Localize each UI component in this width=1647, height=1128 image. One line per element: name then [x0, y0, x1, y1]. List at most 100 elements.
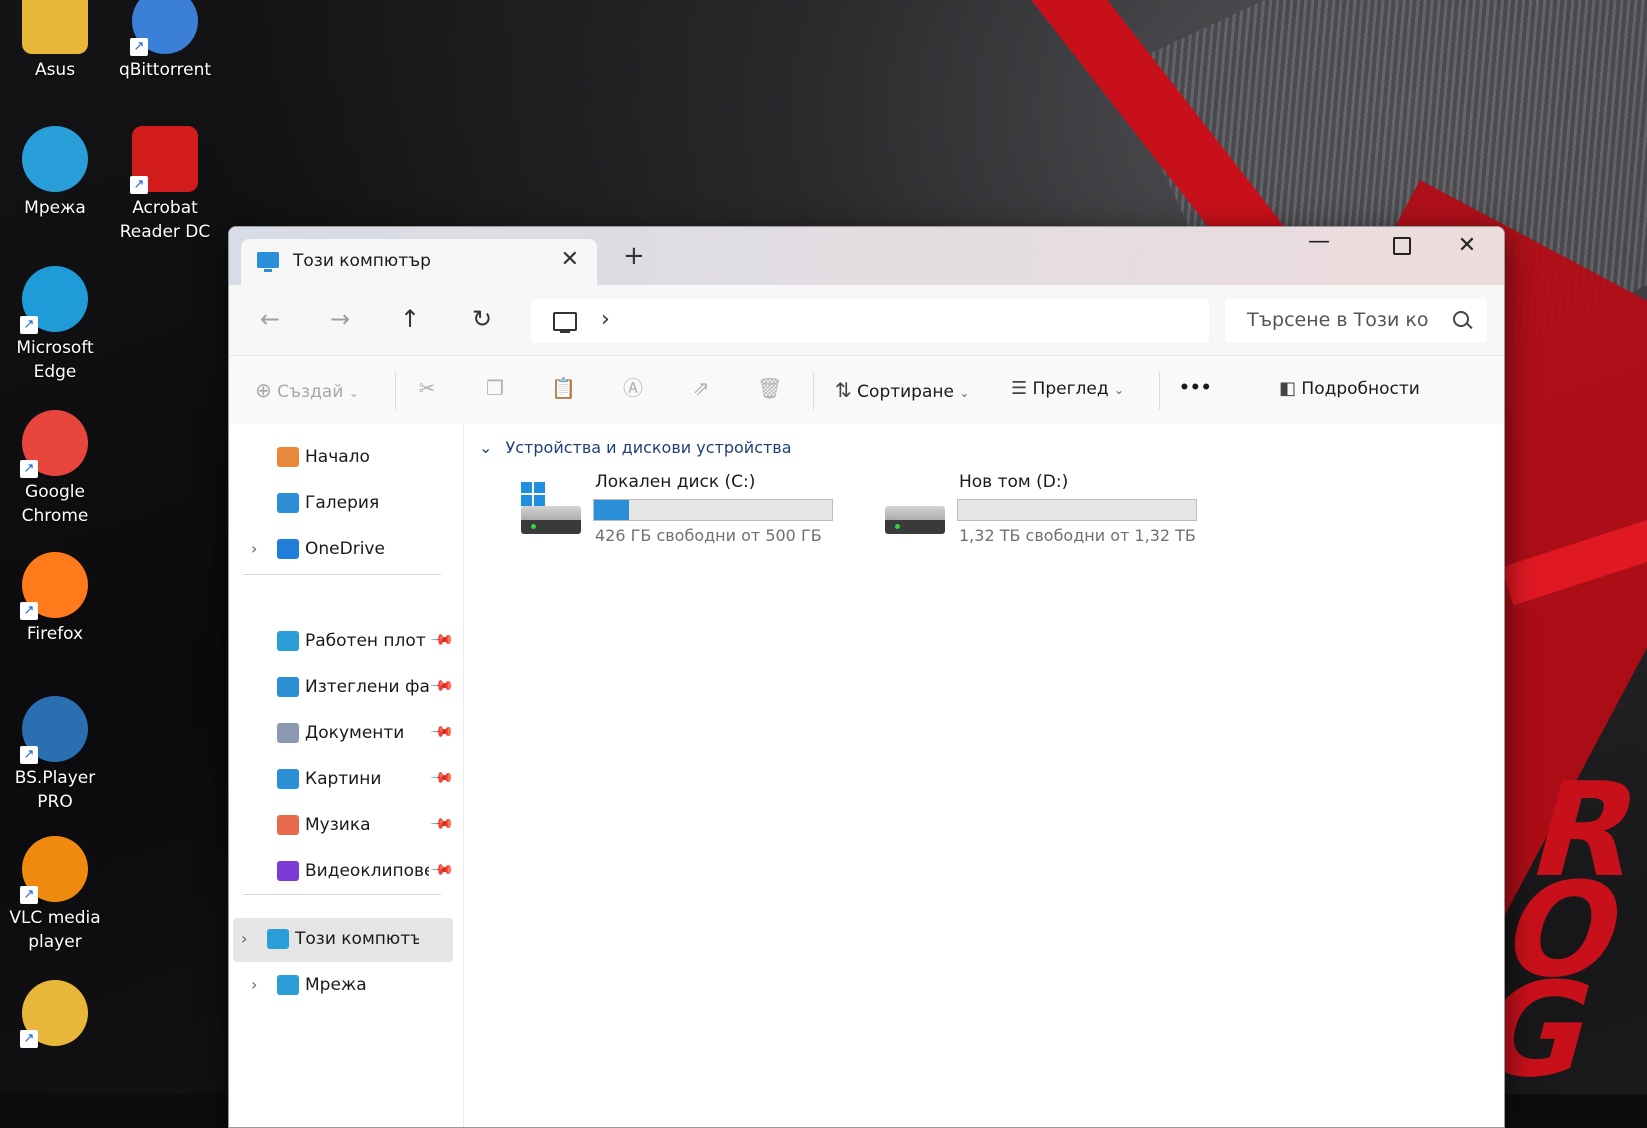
music-icon	[277, 815, 299, 835]
user-folder-icon	[22, 0, 88, 54]
desktop-icon-bs-player-pro[interactable]: ↗ BS.Player PRO	[0, 696, 110, 814]
firefox-icon: ↗	[20, 552, 88, 620]
view-label: Преглед	[1032, 379, 1109, 399]
view-list-icon: ☰	[1011, 378, 1028, 399]
sidebar-item-desktop[interactable]: Работен плот 📌	[243, 620, 455, 664]
pin-icon[interactable]: 📌	[429, 811, 455, 837]
more-options-button[interactable]: •••	[1179, 378, 1212, 398]
sidebar-item-documents[interactable]: Документи 📌	[243, 712, 455, 756]
close-window-button[interactable]: ✕	[1447, 233, 1487, 258]
desktop-icon-qbittorrent[interactable]: ↗ qBittorrent	[110, 0, 220, 82]
drive-name: Локален диск (C:)	[595, 472, 756, 492]
sidebar-item-label: OneDrive	[305, 539, 385, 559]
desktop-icon-label: Asus	[34, 60, 76, 80]
cut-icon[interactable]: ✂	[415, 376, 439, 400]
network-icon	[22, 126, 88, 192]
drive-c[interactable]: Локален диск (C:) 426 ГБ свободни от 500…	[521, 472, 861, 552]
shortcut-arrow-icon: ↗	[130, 176, 148, 194]
pin-icon[interactable]: 📌	[429, 719, 455, 745]
chrome-icon: ↗	[20, 410, 88, 478]
create-button[interactable]: ⊕ Създай ⌄	[255, 378, 359, 402]
monitor-icon	[553, 312, 577, 333]
shortcut-arrow-icon: ↗	[130, 38, 148, 56]
chevron-down-icon: ⌄	[959, 386, 970, 400]
desktop-icon-microsoft-edge[interactable]: ↗ Microsoft Edge	[0, 266, 110, 384]
chevron-right-icon[interactable]: ›	[241, 929, 247, 948]
view-button[interactable]: ☰ Преглед ⌄	[1011, 378, 1124, 399]
sidebar-item-this-pc[interactable]: › Този компютър	[233, 918, 453, 962]
windows-logo-icon	[521, 482, 545, 506]
desktop-icon-label: Мрежа	[24, 198, 86, 218]
desktop-icon-acrobat-reader-dc[interactable]: ↗ Acrobat Reader DC	[110, 126, 220, 244]
tab-this-pc[interactable]: Този компютър ✕	[241, 239, 597, 285]
shortcut-arrow-icon: ↗	[20, 460, 38, 478]
desktop-icon-label: qBittorrent	[118, 60, 212, 80]
details-button[interactable]: ◧ Подробности	[1279, 378, 1420, 399]
separator	[395, 372, 396, 410]
up-arrow-icon[interactable]: ↑	[395, 305, 425, 333]
sort-icon: ⇅	[835, 378, 852, 402]
chevron-right-icon[interactable]: ›	[251, 975, 257, 994]
sidebar-item-pictures[interactable]: Картини 📌	[243, 758, 455, 802]
delete-icon[interactable]: 🗑	[757, 376, 782, 400]
separator	[813, 372, 814, 410]
paste-icon[interactable]: 📋	[551, 376, 576, 400]
gallery-icon	[277, 493, 299, 513]
sort-label: Сортиране	[857, 382, 954, 402]
pin-icon[interactable]: 📌	[429, 627, 455, 653]
home-icon	[277, 447, 299, 467]
pin-icon[interactable]: 📌	[429, 857, 455, 883]
desktop-icon-app[interactable]: ↗	[0, 980, 110, 1050]
devices-group-header[interactable]: ⌄ Устройства и дискови устройства	[479, 438, 792, 457]
desktop-icon-label: Google Chrome	[21, 482, 89, 526]
forward-arrow-icon[interactable]: →	[325, 305, 355, 333]
sidebar-item-home[interactable]: Начало	[243, 436, 451, 480]
sidebar-item-videos[interactable]: Видеоклипове 📌	[243, 850, 455, 894]
sidebar-item-gallery[interactable]: Галерия	[243, 482, 451, 526]
desktop-icon-label: VLC media player	[9, 908, 101, 952]
copy-icon[interactable]: ❐	[483, 376, 507, 400]
share-icon[interactable]: ⇗	[689, 376, 713, 400]
address-bar[interactable]: ›	[531, 299, 1209, 343]
sidebar-item-music[interactable]: Музика 📌	[243, 804, 455, 848]
details-label: Подробности	[1301, 379, 1420, 399]
group-label: Устройства и дискови устройства	[505, 438, 792, 457]
winamp-icon: ↗	[20, 980, 88, 1048]
title-bar: Този компютър ✕ + — ✕	[229, 227, 1504, 285]
breadcrumb-chevron-icon[interactable]: ›	[601, 307, 610, 332]
chevron-right-icon[interactable]: ›	[251, 539, 257, 558]
pin-icon[interactable]: 📌	[429, 673, 455, 699]
desktop-icon-asus[interactable]: Asus	[0, 0, 110, 82]
downloads-icon	[277, 677, 299, 697]
sidebar-item-onedrive[interactable]: › OneDrive	[243, 528, 451, 572]
sidebar-divider	[243, 894, 441, 895]
sidebar-item-downloads[interactable]: Изтеглени файлове📌	[243, 666, 455, 710]
pin-icon[interactable]: 📌	[429, 765, 455, 791]
desktop-icon-label: Microsoft Edge	[16, 338, 94, 382]
rename-icon[interactable]: Ⓐ	[621, 376, 645, 400]
navigation-pane: Начало Галерия › OneDrive Работен плот 📌 Изтег…	[229, 424, 464, 1127]
sort-button[interactable]: ⇅ Сортиране ⌄	[835, 378, 969, 402]
minimize-button[interactable]: —	[1299, 229, 1339, 254]
search-input[interactable]: Търсене в Този ко	[1247, 309, 1428, 331]
usage-bar	[593, 499, 833, 521]
desktop-icon-firefox[interactable]: ↗ Firefox	[0, 552, 110, 646]
sidebar-item-network[interactable]: › Мрежа	[243, 964, 451, 1008]
desktop-icon-google-chrome[interactable]: ↗ Google Chrome	[0, 410, 110, 528]
back-arrow-icon[interactable]: ←	[255, 305, 285, 333]
main-pane: ⌄ Устройства и дискови устройства Локале…	[465, 424, 1504, 1127]
edge-icon: ↗	[20, 266, 88, 334]
shortcut-arrow-icon: ↗	[20, 746, 38, 764]
sidebar-item-label: Музика	[305, 815, 371, 835]
close-tab-icon[interactable]: ✕	[561, 247, 579, 272]
maximize-button[interactable]	[1393, 237, 1411, 255]
desktop-icon-мрежа[interactable]: Мрежа	[0, 126, 110, 220]
desktop-icon-vlc-media-player[interactable]: ↗ VLC media player	[0, 836, 110, 954]
search-box[interactable]: Търсене в Този ко	[1225, 299, 1487, 343]
refresh-icon[interactable]: ↻	[467, 305, 497, 333]
search-icon[interactable]	[1453, 311, 1469, 327]
file-explorer-window: Този компютър ✕ + — ✕ ← → ↑ ↻ › Търсене …	[228, 226, 1505, 1128]
new-tab-button[interactable]: +	[623, 241, 645, 271]
drive-d[interactable]: Нов том (D:) 1,32 ТБ свободни от 1,32 ТБ	[885, 472, 1225, 552]
shortcut-arrow-icon: ↗	[20, 886, 38, 904]
